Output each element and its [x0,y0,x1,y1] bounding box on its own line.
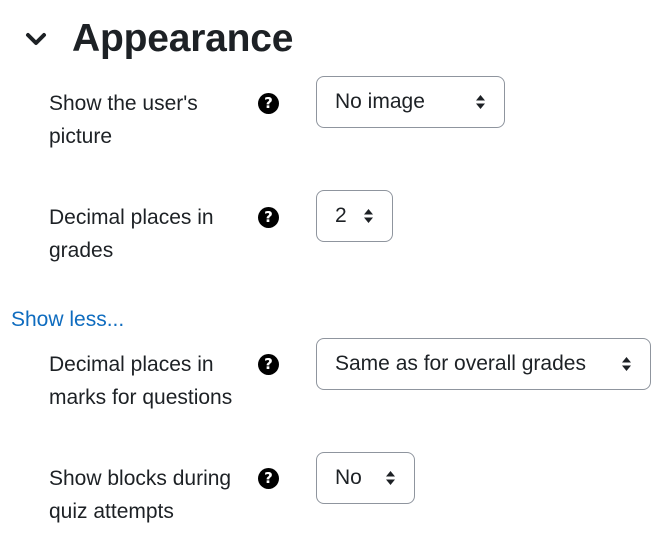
field-label-user-picture: Show the user's picture [49,92,198,148]
question-circle-icon[interactable]: ? [258,468,279,489]
decimal-places-questions-select[interactable]: Same as for overall grades [316,338,651,390]
select-arrows-icon [364,209,373,223]
field-label-decimal-places-questions: Decimal places in marks for questions [49,353,233,409]
select-value: Same as for overall grades [335,352,586,375]
question-circle-icon[interactable]: ? [258,354,279,375]
section-header: Appearance [22,14,293,64]
chevron-down-icon[interactable] [22,25,50,53]
select-arrows-icon [476,95,485,109]
field-label-show-blocks: Show blocks during quiz attempts [49,467,232,523]
show-less-link[interactable]: Show less... [11,306,124,334]
select-value: 2 [335,204,347,227]
show-blocks-select[interactable]: No [316,452,415,504]
decimal-places-grades-select[interactable]: 2 [316,190,393,242]
question-circle-icon[interactable]: ? [258,207,279,228]
question-circle-icon[interactable]: ? [258,93,279,114]
section-title: Appearance [72,17,294,60]
field-label-decimal-places-grades: Decimal places in grades [49,206,214,262]
select-arrows-icon [386,471,395,485]
select-value: No [335,466,362,489]
select-arrows-icon [622,357,631,371]
select-value: No image [335,90,425,113]
user-picture-select[interactable]: No image [316,76,505,128]
